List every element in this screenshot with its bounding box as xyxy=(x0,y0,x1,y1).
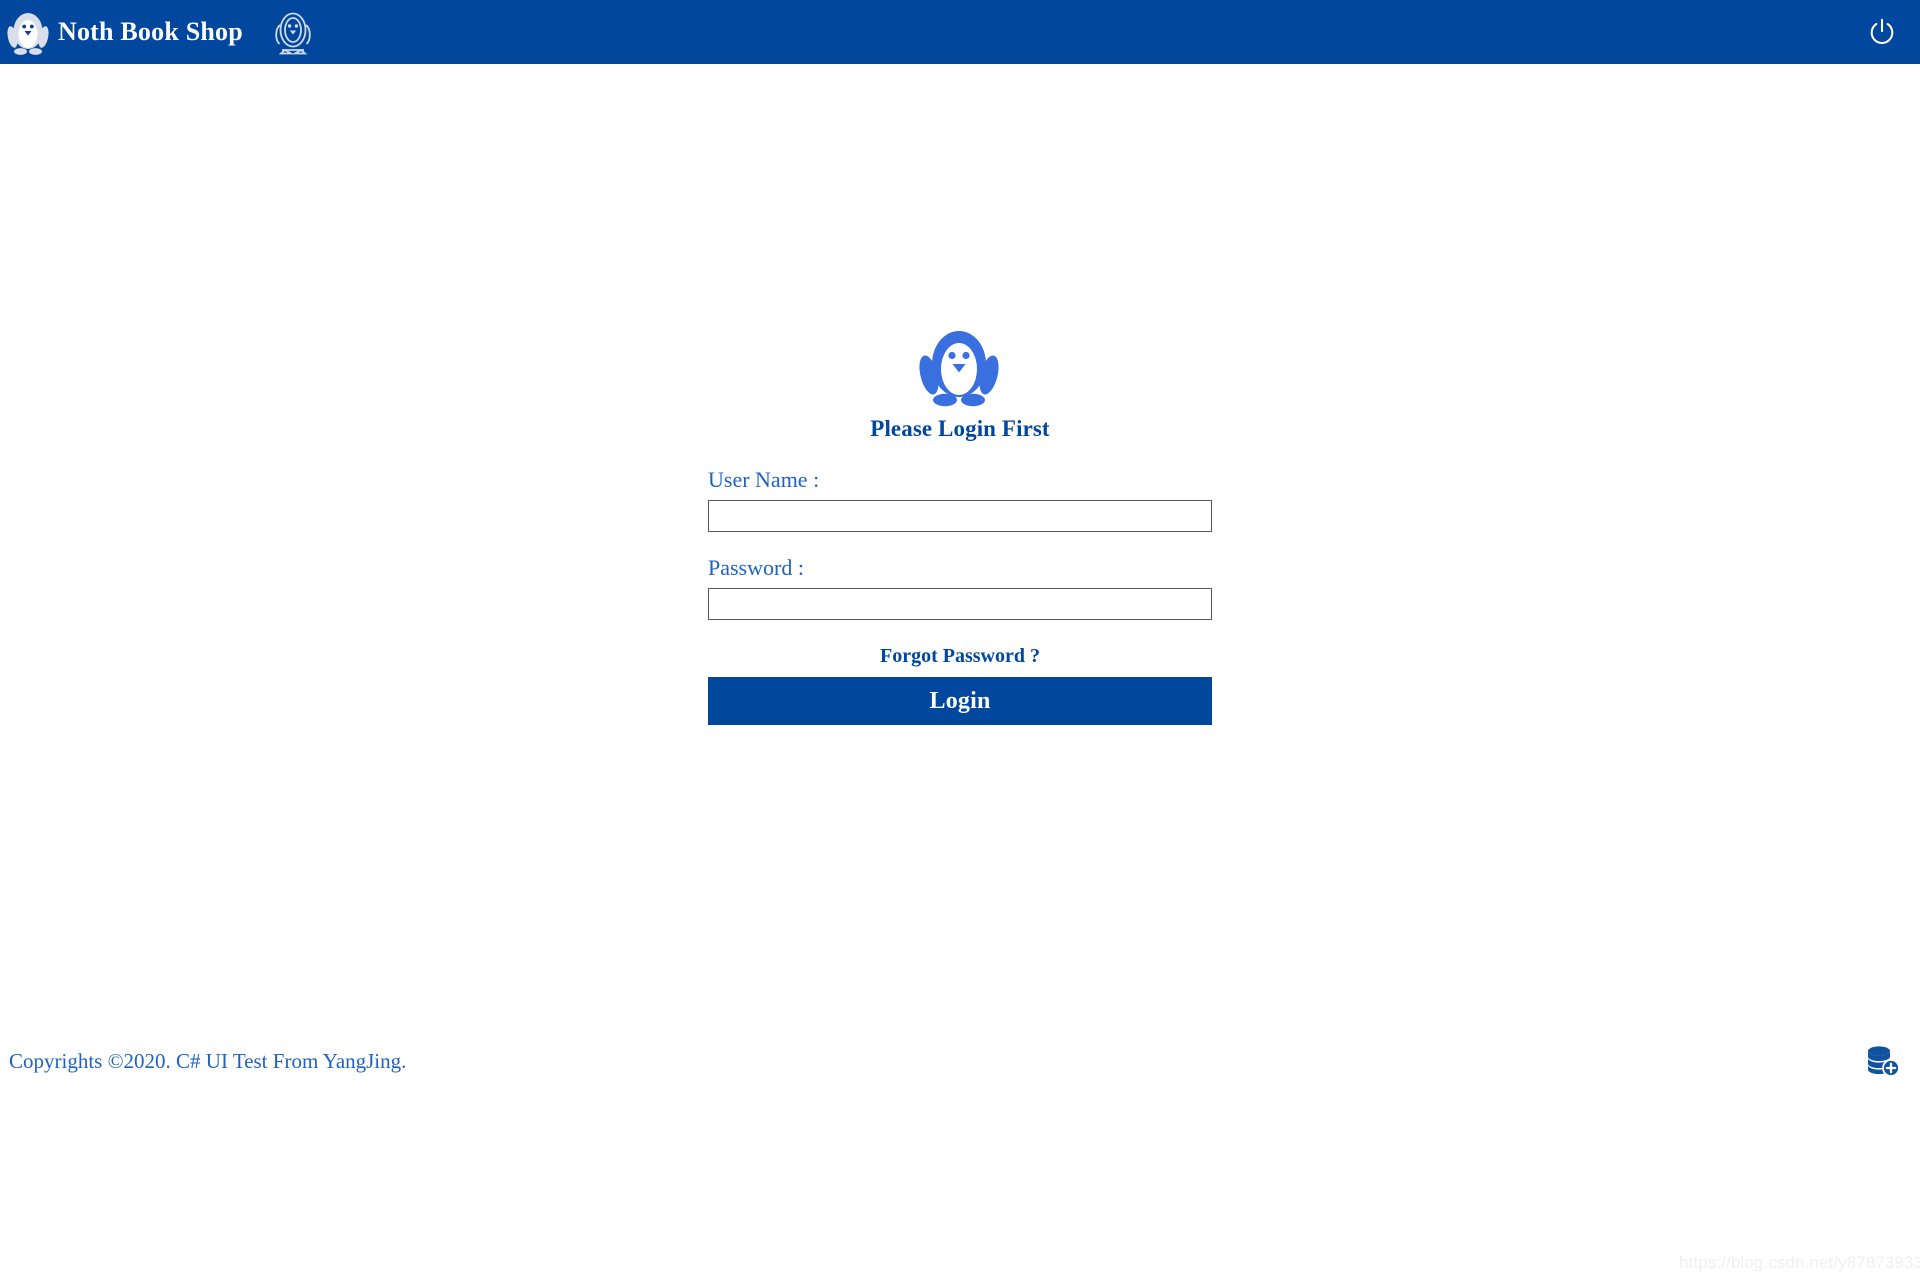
brand[interactable]: Noth Book Shop xyxy=(6,7,243,57)
login-logo xyxy=(706,320,1212,410)
username-label: User Name : xyxy=(708,468,1212,492)
database-add-icon[interactable] xyxy=(1864,1044,1900,1078)
forgot-password-link[interactable]: Forgot Password ? xyxy=(708,645,1212,668)
login-panel: Please Login First User Name : Password … xyxy=(708,320,1212,725)
power-icon[interactable] xyxy=(1854,0,1910,64)
watermark-text: https://blog.csdn.net/y878739339 xyxy=(1679,1253,1920,1273)
password-label: Password : xyxy=(708,556,1212,580)
login-button[interactable]: Login xyxy=(708,677,1212,725)
penguin-icon xyxy=(6,7,50,57)
penguin-logo-icon xyxy=(918,320,1000,410)
app-header: Noth Book Shop xyxy=(0,0,1920,64)
penguin-outline-icon[interactable] xyxy=(271,7,315,57)
page-title: Please Login First xyxy=(708,416,1212,442)
copyright-text: Copyrights ©2020. C# UI Test From YangJi… xyxy=(9,1049,406,1074)
brand-title: Noth Book Shop xyxy=(58,17,243,47)
password-input[interactable] xyxy=(708,588,1212,620)
username-input[interactable] xyxy=(708,500,1212,532)
